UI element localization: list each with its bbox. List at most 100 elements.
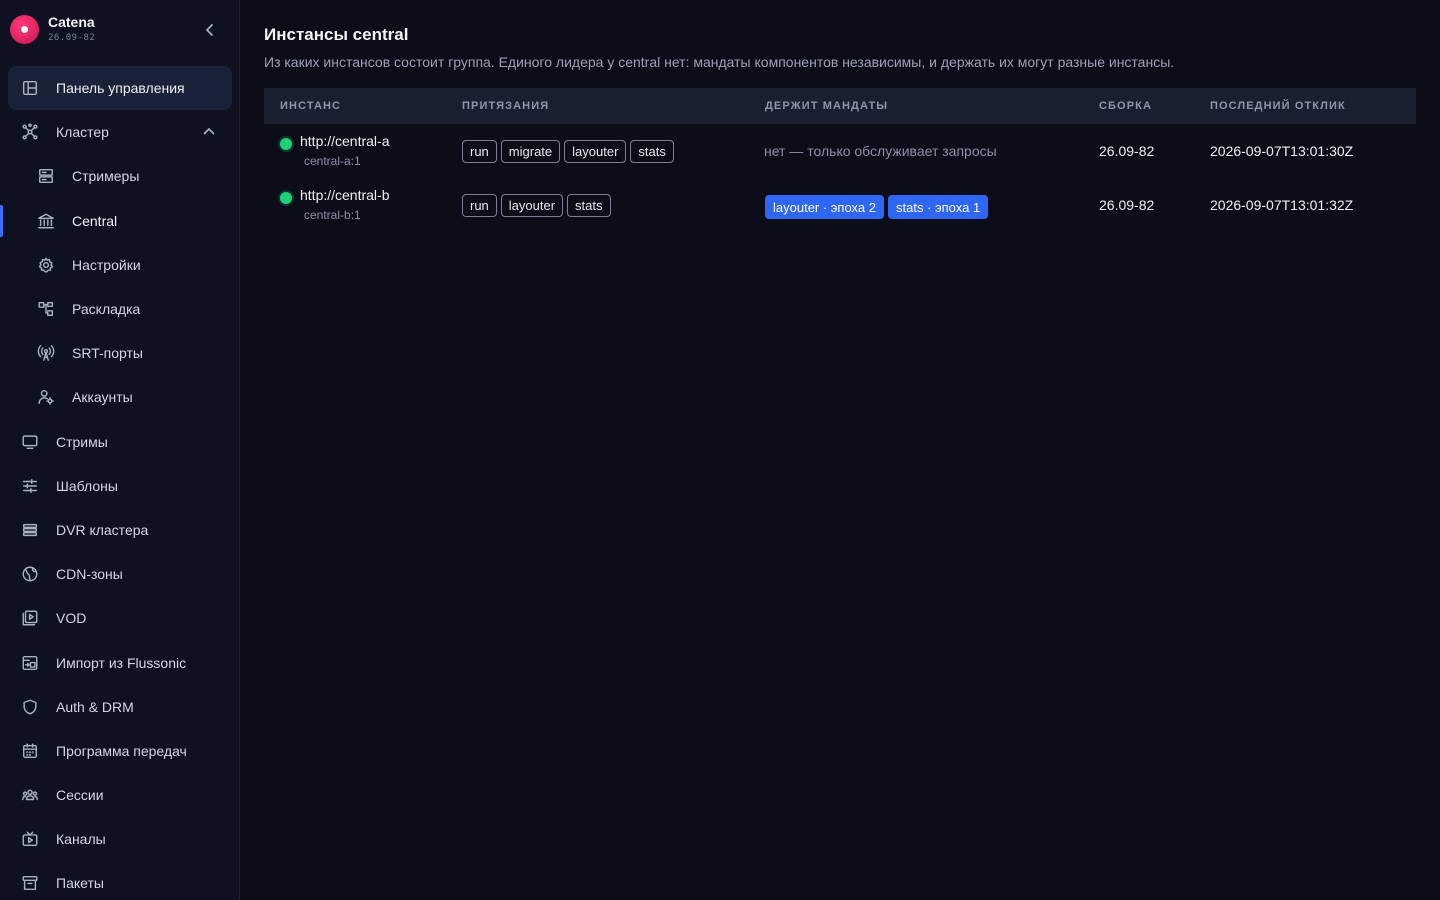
- collapse-sidebar-button[interactable]: [198, 18, 222, 42]
- sidebar-item-server[interactable]: Стримеры: [0, 154, 239, 198]
- sidebar-item-user-gear[interactable]: Аккаунты: [0, 375, 239, 419]
- users-icon: [20, 785, 40, 805]
- tv-icon: [20, 829, 40, 849]
- claim-chip: migrate: [500, 140, 561, 163]
- brand-version: 26.09-82: [48, 33, 96, 43]
- sidebar-item-label: Раскладка: [72, 301, 141, 318]
- sidebar-item-monitor[interactable]: Стримы: [0, 420, 239, 464]
- instances-table: ИНСТАНС ПРИТЯЗАНИЯ ДЕРЖИТ МАНДАТЫ СБОРКА…: [264, 88, 1416, 232]
- sidebar-item-label: Central: [72, 212, 118, 229]
- sidebar-item-list[interactable]: DVR кластера: [0, 508, 239, 552]
- status-online-icon: [280, 192, 292, 204]
- bank-icon: [36, 211, 56, 231]
- sidebar-item-calendar[interactable]: Программа передач: [0, 729, 239, 773]
- column-header-mandates: ДЕРЖИТ МАНДАТЫ: [765, 100, 889, 112]
- video-library-icon: [20, 608, 40, 628]
- claim-chip: stats: [630, 140, 674, 163]
- sidebar-item-cluster[interactable]: Кластер: [0, 110, 239, 154]
- last-seen-timestamp: 2026-09-07T13:01:32Z: [1210, 197, 1354, 213]
- sidebar-item-label: VOD: [56, 610, 87, 627]
- brand: Catena 26.09-82: [10, 13, 230, 47]
- sidebar-item-antenna[interactable]: SRT-порты: [0, 331, 239, 375]
- mandates-none-text: нет — только обслуживает запросы: [764, 143, 997, 159]
- page-subtitle: Из каких инстансов состоит группа. Едино…: [264, 54, 1175, 70]
- column-header-last-seen: ПОСЛЕДНИЙ ОТКЛИК: [1210, 100, 1346, 112]
- mandate-badge: layouter · эпоха 2: [765, 195, 884, 219]
- sidebar-item-label: Программа передач: [56, 742, 187, 759]
- sidebar-item-label: Импорт из Flussonic: [56, 654, 187, 671]
- import-icon: [20, 653, 40, 673]
- instance-id: central-b:1: [304, 208, 361, 222]
- sidebar-item-label: Настройки: [72, 256, 141, 273]
- user-gear-icon: [36, 387, 56, 407]
- sidebar-item-label: Стримеры: [72, 168, 140, 185]
- sidebar-item-video-library[interactable]: VOD: [0, 596, 239, 640]
- sidebar-item-label: Шаблоны: [56, 477, 118, 494]
- table-body: http://central-a central-a:1 run migrate lay…: [264, 124, 1416, 232]
- dashboard-icon: [20, 78, 40, 98]
- sliders-icon: [20, 476, 40, 496]
- sidebar-item-label: Сессии: [56, 787, 104, 804]
- column-header-claims: ПРИТЯЗАНИЯ: [462, 100, 550, 112]
- sidebar-item-label: Панель управления: [56, 80, 185, 97]
- status-online-icon: [280, 138, 292, 150]
- mandate-badge: stats · эпоха 1: [887, 195, 989, 219]
- instance-url[interactable]: http://central-a: [300, 133, 390, 149]
- antenna-icon: [36, 343, 56, 363]
- monitor-icon: [20, 432, 40, 452]
- gear-icon: [36, 255, 56, 275]
- build-version: 26.09-82: [1099, 197, 1155, 213]
- sidebar-item-label: SRT-порты: [72, 345, 143, 362]
- brand-logo: [10, 15, 39, 44]
- claims-list: run migrate layouter stats: [462, 140, 674, 163]
- sidebar-item-label: DVR кластера: [56, 521, 149, 538]
- table-row: http://central-a central-a:1 run migrate lay…: [264, 124, 1416, 178]
- table-header: ИНСТАНС ПРИТЯЗАНИЯ ДЕРЖИТ МАНДАТЫ СБОРКА…: [264, 88, 1416, 124]
- layout-icon: [36, 299, 56, 319]
- brand-name: Catena: [48, 14, 95, 30]
- sidebar-item-sliders[interactable]: Шаблоны: [0, 464, 239, 508]
- sidebar-item-label: Кластер: [56, 124, 109, 141]
- sidebar-item-layout[interactable]: Раскладка: [0, 287, 239, 331]
- sidebar-item-label: CDN-зоны: [56, 566, 123, 583]
- mandates-list: layouter · эпоха 2 stats · эпоха 1: [765, 195, 989, 219]
- instance-id: central-a:1: [304, 154, 361, 168]
- claim-chip: stats: [567, 194, 611, 217]
- column-header-instance: ИНСТАНС: [280, 100, 342, 112]
- cluster-icon: [20, 122, 40, 142]
- sidebar-item-import[interactable]: Импорт из Flussonic: [0, 640, 239, 684]
- list-icon: [20, 520, 40, 540]
- sidebar-item-label: Аккаунты: [72, 389, 133, 406]
- claim-chip: run: [462, 194, 497, 217]
- claim-chip: layouter: [564, 140, 627, 163]
- sidebar-item-globe[interactable]: CDN-зоны: [0, 552, 239, 596]
- sidebar-item-bank[interactable]: Central: [0, 199, 239, 243]
- claims-list: run layouter stats: [462, 194, 611, 217]
- last-seen-timestamp: 2026-09-07T13:01:30Z: [1210, 143, 1354, 159]
- sidebar-item-label: Пакеты: [56, 875, 104, 892]
- server-icon: [36, 166, 56, 186]
- sidebar-item-label: Auth & DRM: [56, 698, 134, 715]
- sidebar-item-dashboard[interactable]: Панель управления: [8, 66, 232, 111]
- sidebar-item-users[interactable]: Сессии: [0, 773, 239, 817]
- table-row: http://central-b central-b:1 run layouter st…: [264, 178, 1416, 232]
- instance-url[interactable]: http://central-b: [300, 187, 390, 203]
- shield-icon: [20, 697, 40, 717]
- calendar-icon: [20, 741, 40, 761]
- claim-chip: layouter: [500, 194, 564, 217]
- sidebar-item-label: Каналы: [56, 831, 106, 848]
- page-title: Инстансы central: [264, 25, 409, 44]
- sidebar-item-archive[interactable]: Пакеты: [0, 861, 239, 900]
- sidebar-nav: Панель управления Кластер Стримеры Central Н…: [0, 66, 239, 900]
- sidebar: Catena 26.09-82 Панель управления Кластер…: [0, 0, 240, 900]
- chevron-up-icon[interactable]: [202, 124, 216, 141]
- sidebar-item-label: Стримы: [56, 433, 108, 450]
- globe-icon: [20, 564, 40, 584]
- sidebar-item-tv[interactable]: Каналы: [0, 817, 239, 861]
- column-header-build: СБОРКА: [1099, 100, 1153, 112]
- claim-chip: run: [462, 140, 497, 163]
- sidebar-item-shield[interactable]: Auth & DRM: [0, 685, 239, 729]
- sidebar-item-gear[interactable]: Настройки: [0, 243, 239, 287]
- chevron-left-icon: [206, 24, 213, 36]
- build-version: 26.09-82: [1099, 143, 1155, 159]
